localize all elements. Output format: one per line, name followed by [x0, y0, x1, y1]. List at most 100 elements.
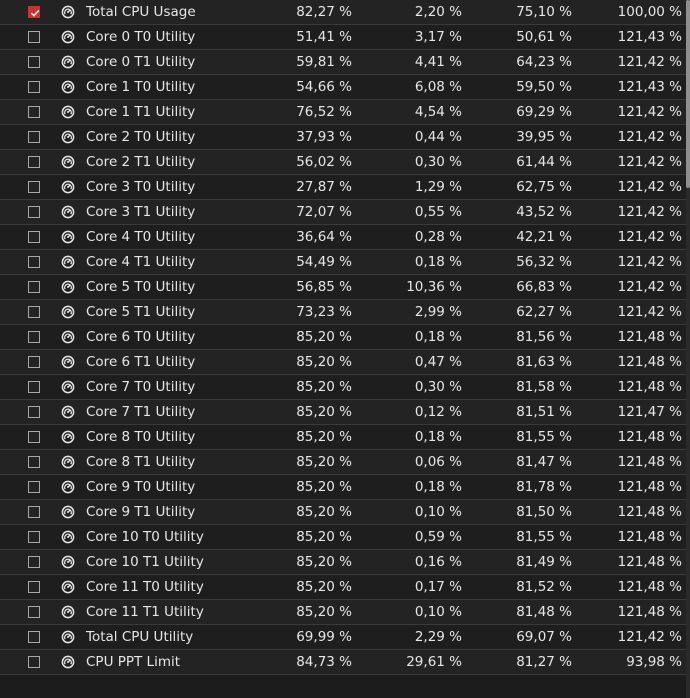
- current-value: 56,02 %: [296, 154, 352, 170]
- row-checkbox[interactable]: [28, 31, 40, 43]
- sensor-row[interactable]: Core 0 T0 Utility 51,41 % 3,17 % 50,61 %…: [0, 25, 690, 50]
- sensor-row[interactable]: Total CPU Utility 69,99 % 2,29 % 69,07 %…: [0, 625, 690, 650]
- maximum-value: 121,48 %: [617, 479, 682, 495]
- sensor-name: Total CPU Usage: [86, 3, 196, 20]
- sensor-name: Core 10 T1 Utility: [86, 554, 204, 570]
- sensor-row[interactable]: Core 9 T0 Utility 85,20 % 0,18 % 81,78 %…: [0, 475, 690, 500]
- minimum-value: 2,20 %: [414, 3, 462, 20]
- row-checkbox[interactable]: [28, 581, 40, 593]
- minimum-value: 0,18 %: [414, 254, 462, 270]
- row-checkbox[interactable]: [28, 5, 40, 18]
- sensor-name: Core 6 T1 Utility: [86, 354, 196, 370]
- row-checkbox[interactable]: [28, 56, 40, 68]
- sensor-name: Core 0 T1 Utility: [86, 54, 196, 70]
- average-value: 62,75 %: [516, 179, 572, 195]
- minimum-value: 0,12 %: [414, 404, 462, 420]
- minimum-value: 4,41 %: [414, 54, 462, 70]
- maximum-value: 121,43 %: [617, 29, 682, 45]
- sensor-gauge-icon: [61, 655, 75, 669]
- row-checkbox[interactable]: [28, 231, 40, 243]
- row-checkbox[interactable]: [28, 81, 40, 93]
- sensor-row[interactable]: Core 2 T0 Utility 37,93 % 0,44 % 39,95 %…: [0, 125, 690, 150]
- row-checkbox[interactable]: [28, 156, 40, 168]
- minimum-value: 0,44 %: [414, 129, 462, 145]
- sensor-row[interactable]: Core 1 T1 Utility 76,52 % 4,54 % 69,29 %…: [0, 100, 690, 125]
- maximum-value: 121,42 %: [617, 304, 682, 320]
- row-checkbox[interactable]: [28, 556, 40, 568]
- minimum-value: 0,18 %: [414, 329, 462, 345]
- sensor-row[interactable]: Core 3 T0 Utility 27,87 % 1,29 % 62,75 %…: [0, 175, 690, 200]
- sensor-row[interactable]: Total CPU Usage 82,27 % 2,20 % 75,10 % 1…: [0, 0, 690, 25]
- checkmark-icon: [30, 9, 40, 17]
- sensor-row[interactable]: Core 10 T0 Utility 85,20 % 0,59 % 81,55 …: [0, 525, 690, 550]
- vertical-scrollbar[interactable]: [686, 0, 690, 698]
- sensor-row[interactable]: Core 2 T1 Utility 56,02 % 0,30 % 61,44 %…: [0, 150, 690, 175]
- sensor-name: Core 4 T1 Utility: [86, 254, 196, 270]
- sensor-gauge-icon: [61, 80, 75, 94]
- minimum-value: 0,30 %: [414, 154, 462, 170]
- scrollbar-thumb[interactable]: [686, 0, 690, 188]
- average-value: 81,50 %: [516, 504, 572, 520]
- sensor-row[interactable]: Core 0 T1 Utility 59,81 % 4,41 % 64,23 %…: [0, 50, 690, 75]
- row-checkbox[interactable]: [28, 381, 40, 393]
- row-checkbox[interactable]: [28, 456, 40, 468]
- row-checkbox[interactable]: [28, 306, 40, 318]
- current-value: 85,20 %: [296, 429, 352, 445]
- maximum-value: 93,98 %: [626, 654, 682, 670]
- row-checkbox[interactable]: [28, 506, 40, 518]
- maximum-value: 121,42 %: [617, 104, 682, 120]
- sensor-name: Core 1 T1 Utility: [86, 104, 196, 120]
- sensor-name: Core 4 T0 Utility: [86, 229, 196, 245]
- sensor-row[interactable]: Core 5 T0 Utility 56,85 % 10,36 % 66,83 …: [0, 275, 690, 300]
- sensor-row[interactable]: Core 8 T0 Utility 85,20 % 0,18 % 81,55 %…: [0, 425, 690, 450]
- average-value: 81,56 %: [516, 329, 572, 345]
- minimum-value: 0,17 %: [414, 579, 462, 595]
- sensor-row[interactable]: Core 6 T0 Utility 85,20 % 0,18 % 81,56 %…: [0, 325, 690, 350]
- row-checkbox[interactable]: [28, 256, 40, 268]
- maximum-value: 121,48 %: [617, 454, 682, 470]
- maximum-value: 121,48 %: [617, 529, 682, 545]
- row-checkbox[interactable]: [28, 106, 40, 118]
- sensor-gauge-icon: [61, 280, 75, 294]
- row-checkbox[interactable]: [28, 481, 40, 493]
- sensor-row[interactable]: Core 4 T0 Utility 36,64 % 0,28 % 42,21 %…: [0, 225, 690, 250]
- row-checkbox[interactable]: [28, 356, 40, 368]
- sensor-row[interactable]: Core 11 T0 Utility 85,20 % 0,17 % 81,52 …: [0, 575, 690, 600]
- sensor-gauge-icon: [61, 430, 75, 444]
- row-checkbox[interactable]: [28, 406, 40, 418]
- sensor-row[interactable]: CPU PPT Limit 84,73 % 29,61 % 81,27 % 93…: [0, 650, 690, 675]
- row-checkbox[interactable]: [28, 331, 40, 343]
- row-checkbox[interactable]: [28, 431, 40, 443]
- sensor-row[interactable]: Core 1 T0 Utility 54,66 % 6,08 % 59,50 %…: [0, 75, 690, 100]
- average-value: 81,63 %: [516, 354, 572, 370]
- sensor-gauge-icon: [61, 230, 75, 244]
- row-checkbox[interactable]: [28, 606, 40, 618]
- sensor-gauge-icon: [61, 330, 75, 344]
- row-checkbox[interactable]: [28, 206, 40, 218]
- sensor-gauge-icon: [61, 380, 75, 394]
- row-checkbox[interactable]: [28, 131, 40, 143]
- row-checkbox[interactable]: [28, 531, 40, 543]
- sensor-row[interactable]: Core 3 T1 Utility 72,07 % 0,55 % 43,52 %…: [0, 200, 690, 225]
- sensor-gauge-icon: [61, 405, 75, 419]
- average-value: 81,52 %: [516, 579, 572, 595]
- row-checkbox[interactable]: [28, 181, 40, 193]
- row-checkbox[interactable]: [28, 631, 40, 643]
- sensor-row[interactable]: Core 7 T1 Utility 85,20 % 0,12 % 81,51 %…: [0, 400, 690, 425]
- sensor-row[interactable]: Core 4 T1 Utility 54,49 % 0,18 % 56,32 %…: [0, 250, 690, 275]
- row-checkbox[interactable]: [28, 281, 40, 293]
- sensor-row[interactable]: Core 5 T1 Utility 73,23 % 2,99 % 62,27 %…: [0, 300, 690, 325]
- sensor-row[interactable]: Core 11 T1 Utility 85,20 % 0,10 % 81,48 …: [0, 600, 690, 625]
- sensor-row[interactable]: Core 9 T1 Utility 85,20 % 0,10 % 81,50 %…: [0, 500, 690, 525]
- minimum-value: 0,55 %: [414, 204, 462, 220]
- minimum-value: 10,36 %: [406, 279, 462, 295]
- current-value: 69,99 %: [296, 629, 352, 645]
- maximum-value: 121,48 %: [617, 504, 682, 520]
- sensor-row[interactable]: Core 10 T1 Utility 85,20 % 0,16 % 81,49 …: [0, 550, 690, 575]
- sensor-row[interactable]: Core 7 T0 Utility 85,20 % 0,30 % 81,58 %…: [0, 375, 690, 400]
- sensor-row[interactable]: Core 8 T1 Utility 85,20 % 0,06 % 81,47 %…: [0, 450, 690, 475]
- average-value: 81,55 %: [516, 429, 572, 445]
- maximum-value: 121,42 %: [617, 229, 682, 245]
- sensor-row[interactable]: Core 6 T1 Utility 85,20 % 0,47 % 81,63 %…: [0, 350, 690, 375]
- row-checkbox[interactable]: [28, 656, 40, 668]
